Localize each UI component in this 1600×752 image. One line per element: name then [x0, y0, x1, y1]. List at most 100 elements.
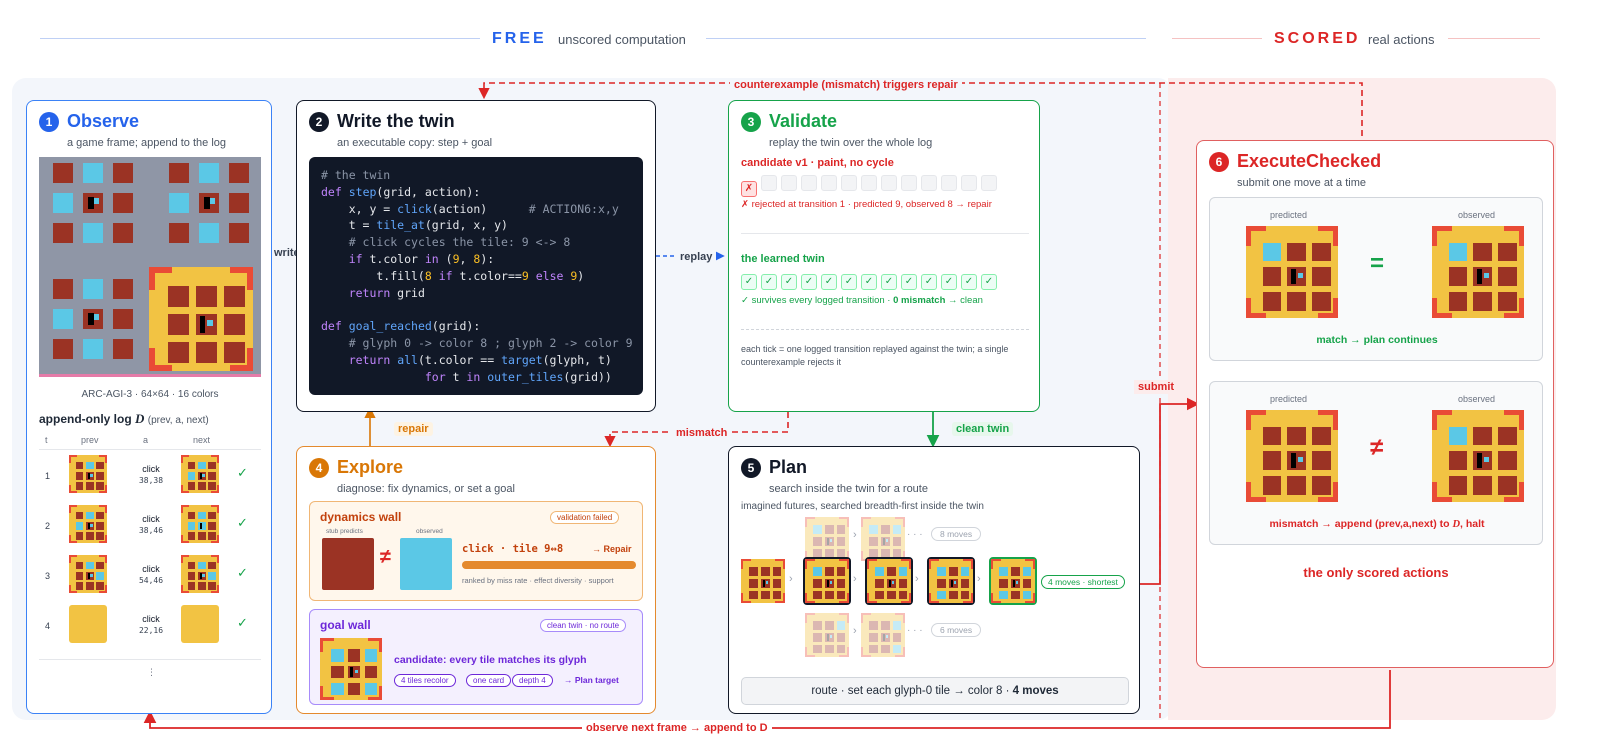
frame-tile	[83, 309, 103, 329]
board-tile	[86, 572, 94, 580]
board-tile	[1312, 242, 1331, 261]
board-tile	[748, 566, 758, 576]
validate-title-text: Validate	[769, 111, 838, 131]
frame-tile	[83, 193, 103, 213]
board-tile	[824, 536, 834, 546]
validate-title: 3 Validate	[741, 111, 837, 132]
board-tile	[75, 461, 84, 470]
board-tile	[208, 482, 216, 490]
big-board	[149, 267, 253, 371]
match-note: match → plan continues	[1316, 334, 1438, 346]
board-tile	[868, 644, 878, 654]
log-action: click 38,46	[131, 513, 171, 537]
glyph	[1483, 272, 1490, 279]
plan-title: 5 Plan	[741, 457, 807, 478]
goal-tag-3: depth 4	[512, 674, 553, 687]
glyph	[350, 667, 354, 678]
board-tile	[812, 548, 822, 558]
board-tile	[948, 566, 958, 576]
board-tile	[1010, 578, 1020, 588]
validate-divider	[741, 233, 1029, 234]
mismatch-observed-label: observed	[1458, 394, 1496, 404]
code-line: # the twin	[321, 168, 391, 182]
board-tile	[187, 532, 196, 540]
candidate-note: ✗ rejected at transition 1 · predicted 9…	[741, 199, 992, 210]
board-tile	[812, 578, 822, 588]
twin-title: 2 Write the twin	[309, 111, 455, 132]
frame-tile	[113, 279, 133, 299]
frame-tile	[83, 163, 103, 183]
alt-node	[805, 517, 849, 561]
board-tile	[880, 548, 890, 558]
board-tile	[1448, 267, 1467, 286]
log-action-coord: 38,38	[138, 476, 164, 485]
log-next	[181, 455, 219, 493]
learned-note-a: ✓ survives every logged transition ·	[741, 295, 894, 306]
board-tile	[772, 566, 782, 576]
validate-panel: 3 Validate replay the twin over the whol…	[728, 100, 1040, 412]
board-tile	[75, 561, 84, 570]
board-tile	[886, 590, 896, 600]
board	[1246, 410, 1338, 502]
glyph	[885, 635, 889, 639]
board-tile	[824, 578, 834, 588]
board-tile	[1498, 476, 1517, 495]
board-tile	[364, 665, 378, 679]
board-tile	[936, 590, 946, 600]
board-tile	[187, 522, 196, 530]
game-frame-image[interactable]	[39, 157, 261, 377]
mismatch-observed-frame	[1432, 410, 1524, 502]
board-tile	[187, 482, 196, 490]
twin-code-block: # the twin def step(grid, action): x, y =…	[309, 157, 643, 395]
frame-tile	[113, 339, 133, 359]
dynamics-wall: dynamics wall validation failed stub pre…	[309, 501, 643, 601]
board-tile	[874, 566, 884, 576]
candidate-tick	[961, 175, 977, 191]
board-tile	[96, 482, 104, 490]
observe-title: 1 Observe	[39, 111, 139, 132]
board	[181, 505, 219, 543]
board-tile	[824, 524, 834, 534]
log-row-t: 2	[45, 521, 51, 531]
glyph	[1291, 453, 1296, 468]
mismatch-label: mismatch	[672, 426, 732, 440]
board-tile	[86, 532, 94, 540]
board-tile	[198, 461, 206, 470]
mismatch-note: mismatch → append (prev,a,next) to D, ha…	[1210, 518, 1544, 530]
observe-panel: 1 Observe a game frame; append to the lo…	[26, 100, 272, 714]
board-tile	[1262, 242, 1281, 261]
board-tile	[868, 632, 878, 642]
observed-tile	[400, 538, 452, 590]
board-tile	[892, 548, 902, 558]
board-tile	[948, 578, 958, 588]
board-tile	[198, 572, 206, 580]
board-tile	[998, 590, 1008, 600]
board	[861, 517, 905, 561]
blank-board	[181, 605, 219, 643]
board-tile	[198, 582, 206, 590]
chevron-icon: ›	[853, 625, 857, 637]
frame-tile	[53, 193, 73, 213]
glyph	[1297, 456, 1304, 463]
glyph	[87, 572, 90, 579]
glyph	[202, 574, 205, 577]
board-tile	[223, 285, 245, 307]
board-tile	[1473, 426, 1492, 445]
board-tile	[86, 472, 94, 480]
board-tile	[198, 482, 206, 490]
alt-node	[805, 613, 849, 657]
dyn-repair: → Repair	[592, 544, 632, 554]
log-symbol: D	[135, 411, 145, 426]
log-check: ✓	[237, 515, 248, 530]
board-tile	[760, 590, 770, 600]
learned-note-b: 0 mismatch	[893, 295, 946, 306]
board-tile	[75, 572, 84, 580]
frame-tile	[53, 339, 73, 359]
board-tile	[198, 472, 206, 480]
board-tile	[748, 590, 758, 600]
alt-node	[861, 517, 905, 561]
route-a: route · set each glyph-0 tile → color 8 …	[811, 685, 1013, 697]
best-route-label: 4 moves · shortest	[1041, 575, 1125, 589]
candidate-title: candidate v1 · paint, no cycle	[741, 157, 894, 169]
log-args: (prev, a, next)	[147, 415, 209, 426]
